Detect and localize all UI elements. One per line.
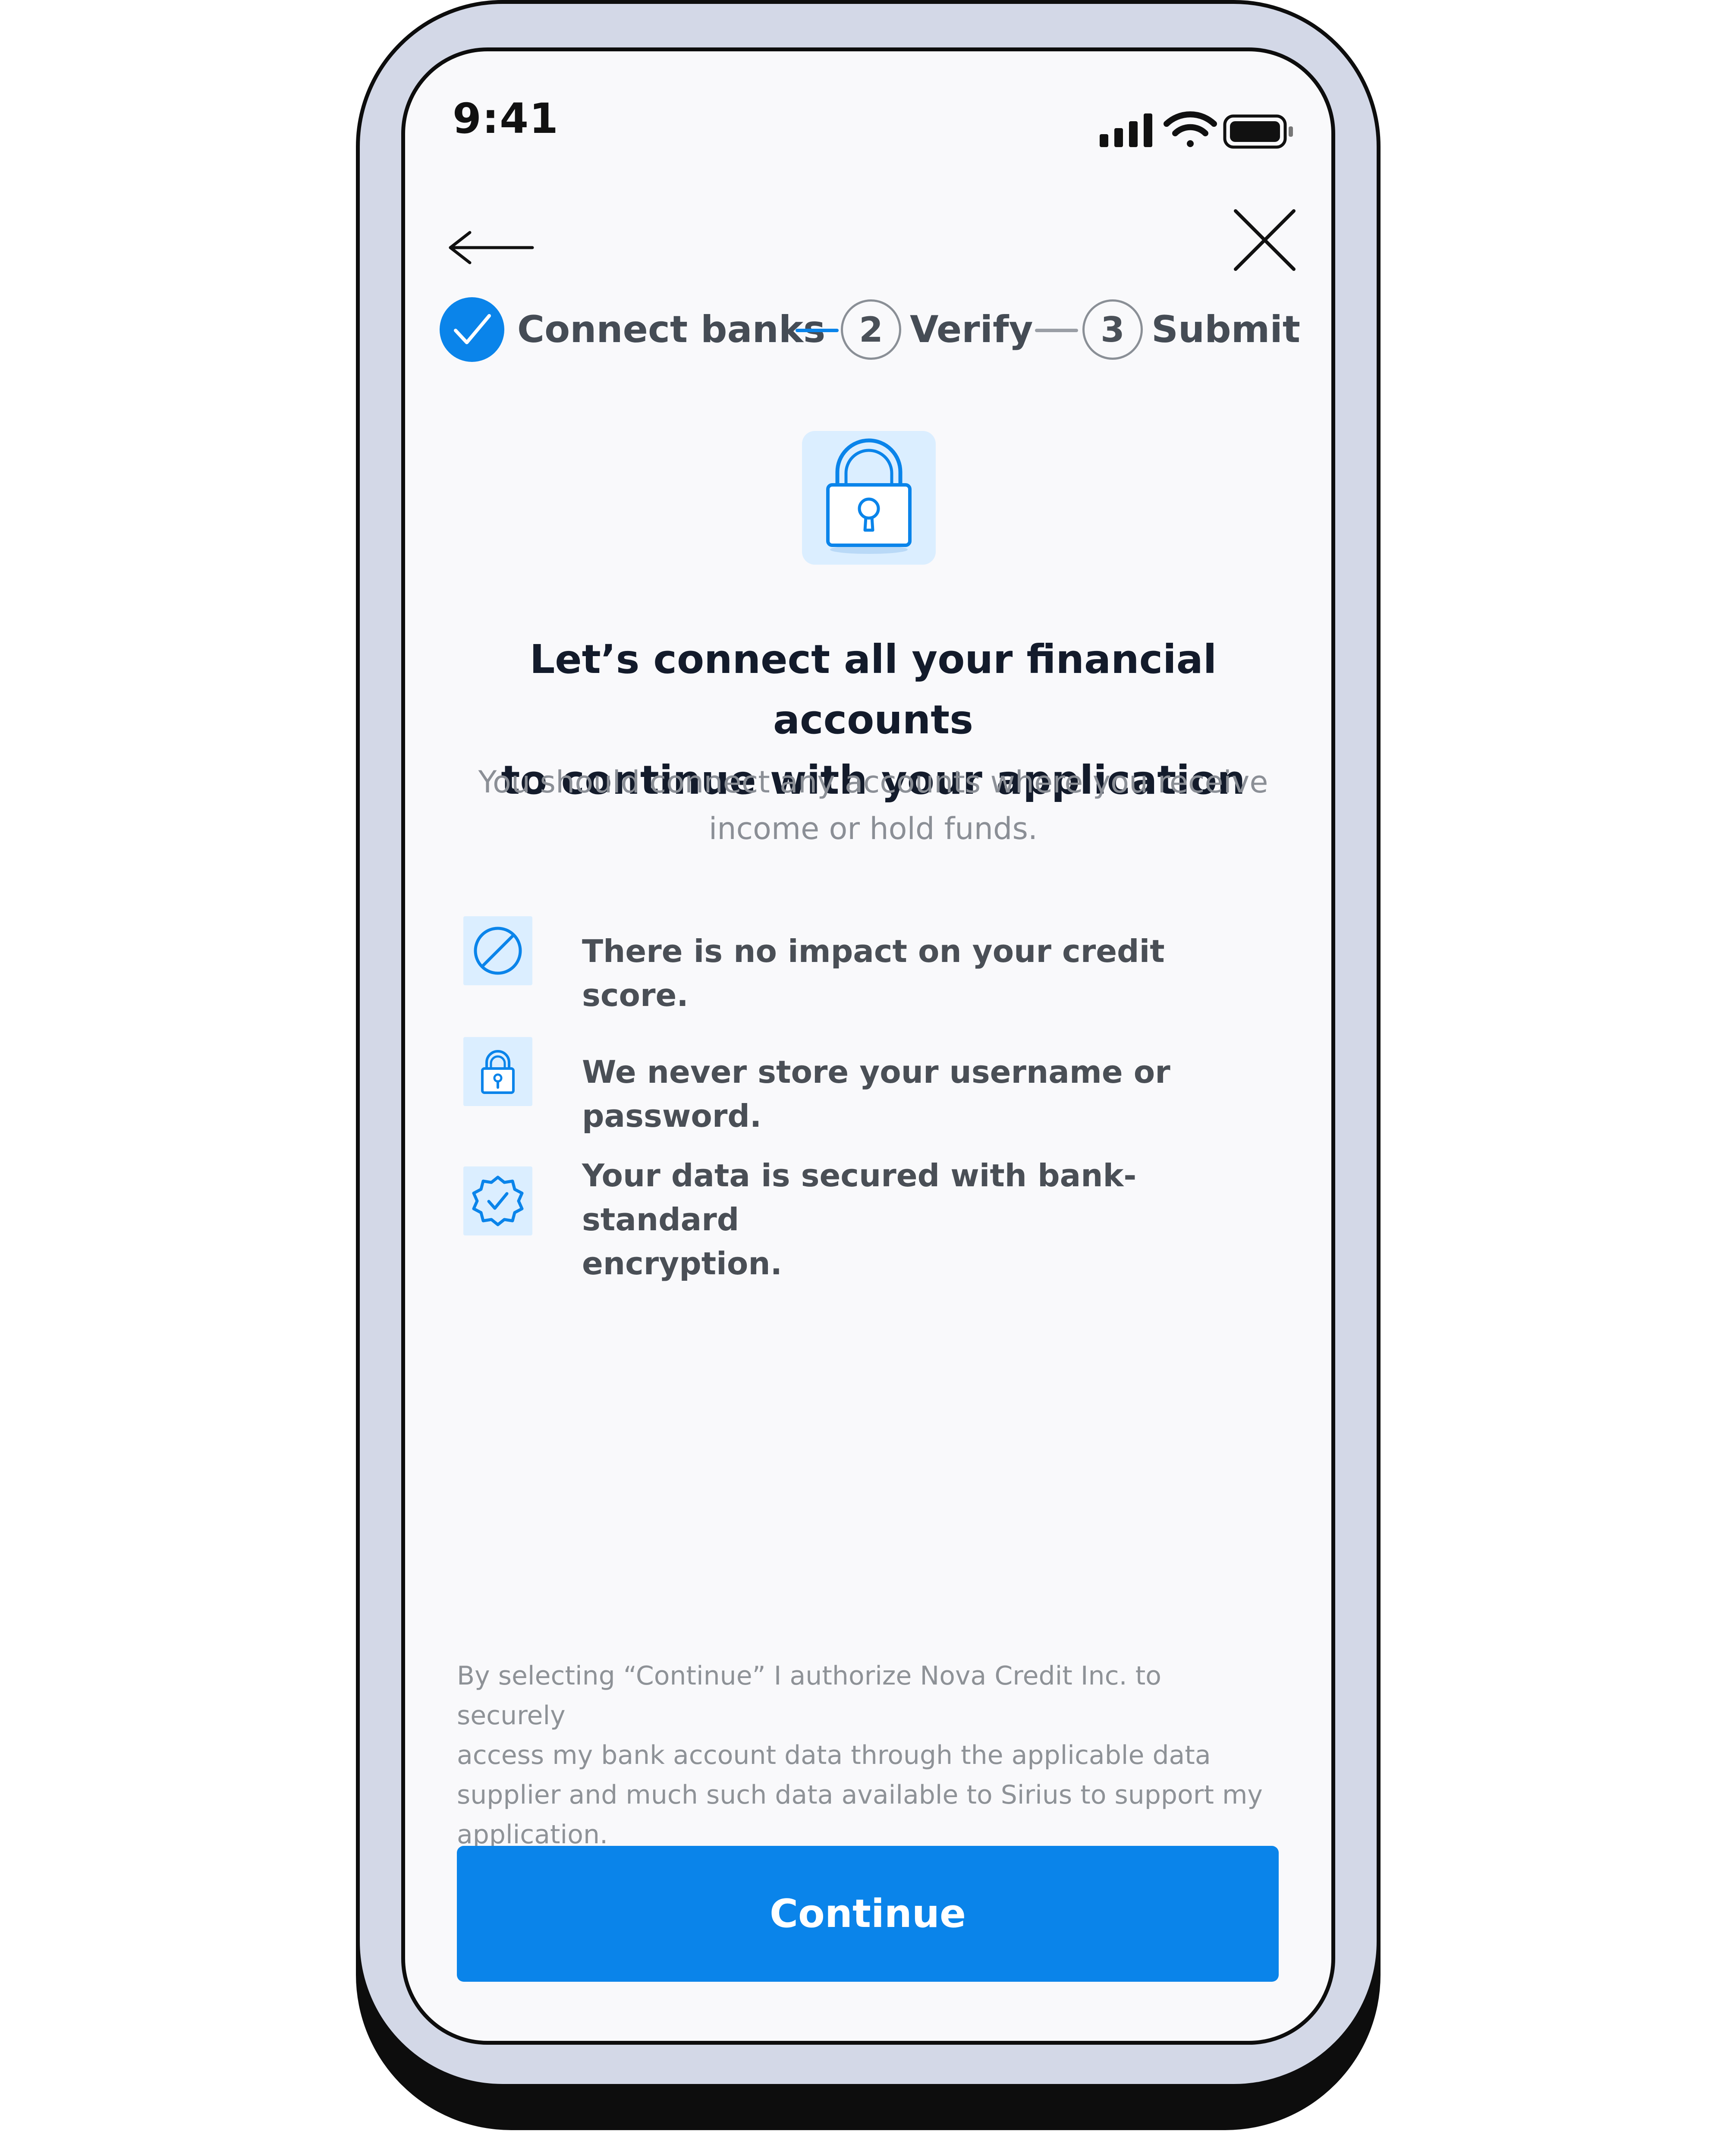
arrow-left-icon bbox=[449, 231, 534, 264]
benefit-2-icon-tile bbox=[463, 1037, 532, 1106]
legal-line-2: access my bank account data through the … bbox=[457, 1740, 1211, 1770]
close-icon bbox=[1234, 209, 1296, 271]
step-2-number: 2 bbox=[841, 299, 901, 360]
step-1-label: Connect banks bbox=[517, 308, 826, 351]
check-icon bbox=[454, 314, 491, 344]
legal-line-3: supplier and much such data available to… bbox=[457, 1780, 1263, 1810]
benefit-1-icon-tile bbox=[463, 916, 532, 985]
benefit-3-icon-tile bbox=[463, 1166, 532, 1235]
step-3-label: Submit bbox=[1151, 308, 1300, 351]
step-3-number: 3 bbox=[1082, 299, 1143, 360]
continue-button[interactable]: Continue bbox=[457, 1846, 1279, 1982]
subtext: You should connect any accounts where yo… bbox=[440, 759, 1307, 852]
stage: 9:41 Connect banks 2 Verify 3 Submit Let… bbox=[0, 0, 1736, 2131]
benefit-1-text: There is no impact on your credit score. bbox=[582, 933, 1165, 1013]
step-connector-2 bbox=[1035, 329, 1078, 332]
legal-line-1: By selecting “Continue” I authorize Nova… bbox=[457, 1661, 1161, 1731]
wifi-icon bbox=[1164, 111, 1217, 147]
benefit-3-text: Your data is secured with bank-standard … bbox=[582, 1154, 1281, 1286]
lock-icon bbox=[481, 1050, 515, 1094]
battery-icon bbox=[1223, 114, 1293, 149]
step-2-label: Verify bbox=[910, 308, 1033, 351]
verified-badge-icon bbox=[472, 1176, 524, 1226]
benefit-3-text-line-1: Your data is secured with bank-standard bbox=[582, 1157, 1137, 1238]
headline-line-1: Let’s connect all your financial account… bbox=[529, 636, 1217, 743]
padlock-icon bbox=[826, 438, 912, 554]
subtext-line-2: income or hold funds. bbox=[708, 811, 1038, 846]
hero-icon-tile bbox=[802, 431, 936, 565]
legal-disclaimer: By selecting “Continue” I authorize Nova… bbox=[457, 1656, 1268, 1854]
step-1-check bbox=[440, 297, 504, 362]
back-button[interactable] bbox=[446, 222, 541, 273]
benefit-2-text: We never store your username or password… bbox=[582, 1054, 1170, 1134]
step-connector-1 bbox=[796, 329, 839, 332]
subtext-line-1: You should connect any accounts where yo… bbox=[478, 764, 1268, 800]
phone-screen: 9:41 Connect banks 2 Verify 3 Submit Let… bbox=[401, 47, 1335, 2045]
no-entry-icon bbox=[474, 927, 522, 975]
close-button[interactable] bbox=[1229, 204, 1302, 278]
status-icons bbox=[1100, 111, 1293, 149]
signal-icon bbox=[1100, 113, 1152, 147]
benefit-3-text-line-2: encryption. bbox=[582, 1245, 782, 1282]
status-time: 9:41 bbox=[453, 94, 559, 143]
